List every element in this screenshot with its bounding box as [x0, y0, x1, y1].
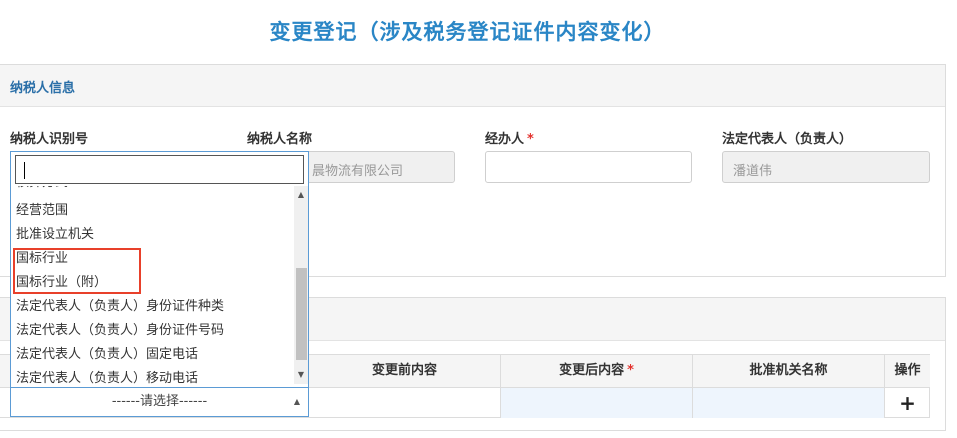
page-title: 变更登记（涉及税务登记证件内容变化） [269, 20, 666, 44]
list-item[interactable]: 批准设立机关 [16, 223, 94, 247]
before-content-cell [309, 388, 501, 418]
approver-name-cell[interactable] [693, 388, 885, 418]
list-item[interactable]: 核算方式 [16, 186, 68, 195]
change-item-select[interactable]: ------请选择------ ▲ [10, 387, 309, 417]
triangle-down-icon[interactable]: ▼ [294, 368, 308, 382]
legal-rep-label: 法定代表人（负责人） [722, 132, 853, 147]
table-header-after-text: 变更后内容 [559, 363, 625, 378]
handler-label-text: 经办人 [485, 132, 525, 147]
change-item-dropdown[interactable]: 核算方式 经营范围 批准设立机关 国标行业 国标行业（附） 法定代表人（负责人）… [10, 151, 309, 417]
scrollbar-thumb[interactable] [296, 268, 307, 360]
list-item[interactable]: 法定代表人（负责人）身份证件号码 [16, 319, 224, 343]
list-item[interactable]: 法定代表人（负责人）移动电话 [16, 367, 198, 384]
triangle-up-icon[interactable]: ▲ [294, 188, 308, 202]
taxpayer-info-title: 纳税人信息 [0, 65, 945, 107]
legal-rep-field[interactable]: 潘道伟 [722, 151, 930, 183]
add-row-button[interactable]: + [886, 388, 929, 418]
handler-label: 经办人 * [485, 128, 534, 147]
plus-icon: + [899, 391, 916, 415]
list-item[interactable]: 经营范围 [16, 199, 68, 223]
taxpayer-name-label: 纳税人名称 [247, 132, 313, 147]
table-header-after: 变更后内容 * [501, 355, 693, 388]
list-item[interactable]: 法定代表人（负责人）身份证件种类 [16, 295, 224, 319]
annotation-highlight-box [13, 248, 141, 294]
text-caret [24, 162, 25, 179]
dropdown-scrollbar[interactable]: ▲ ▼ [294, 186, 308, 384]
table-header-approver: 批准机关名称 [693, 355, 885, 388]
table-header-action: 操作 [885, 355, 930, 388]
dropdown-search-input[interactable] [15, 155, 304, 184]
table-header-before: 变更前内容 [309, 355, 501, 388]
required-mark: * [627, 363, 634, 378]
after-content-cell[interactable] [501, 388, 693, 418]
triangle-up-icon: ▲ [293, 397, 300, 406]
list-item[interactable]: 法定代表人（负责人）固定电话 [16, 343, 198, 367]
select-placeholder: ------请选择------ [111, 394, 208, 409]
required-mark: * [527, 132, 534, 147]
taxpayer-id-label: 纳税人识别号 [10, 132, 89, 147]
handler-field[interactable] [485, 151, 692, 183]
